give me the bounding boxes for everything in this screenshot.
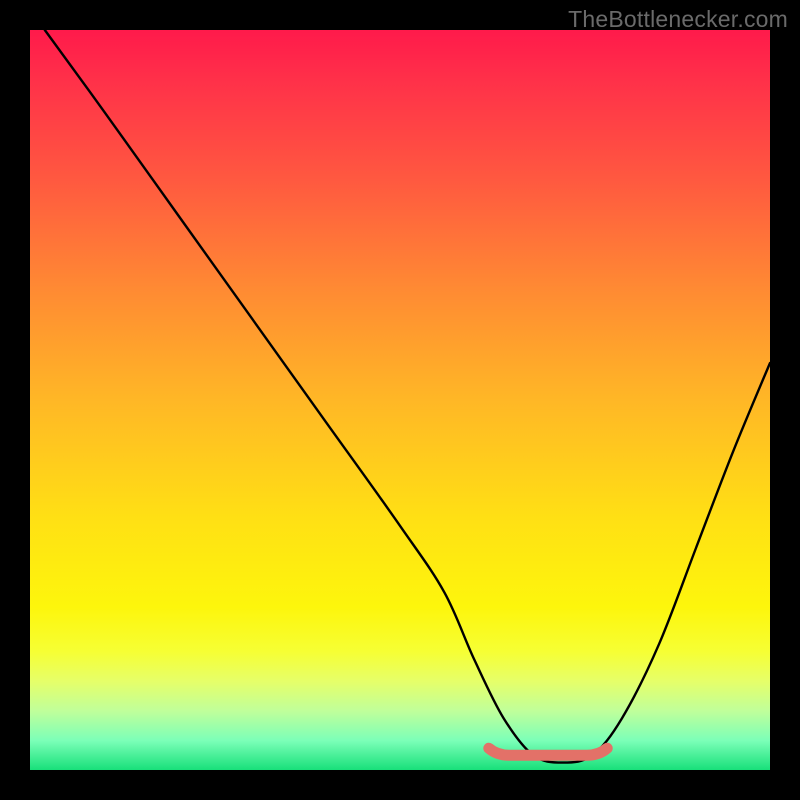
chart-overlay xyxy=(30,30,770,770)
chart-plot-area xyxy=(30,30,770,770)
watermark-text: TheBottlenecker.com xyxy=(568,6,788,33)
flat-region-marker xyxy=(489,748,607,755)
bottleneck-curve xyxy=(45,30,770,763)
chart-frame: TheBottlenecker.com xyxy=(0,0,800,800)
